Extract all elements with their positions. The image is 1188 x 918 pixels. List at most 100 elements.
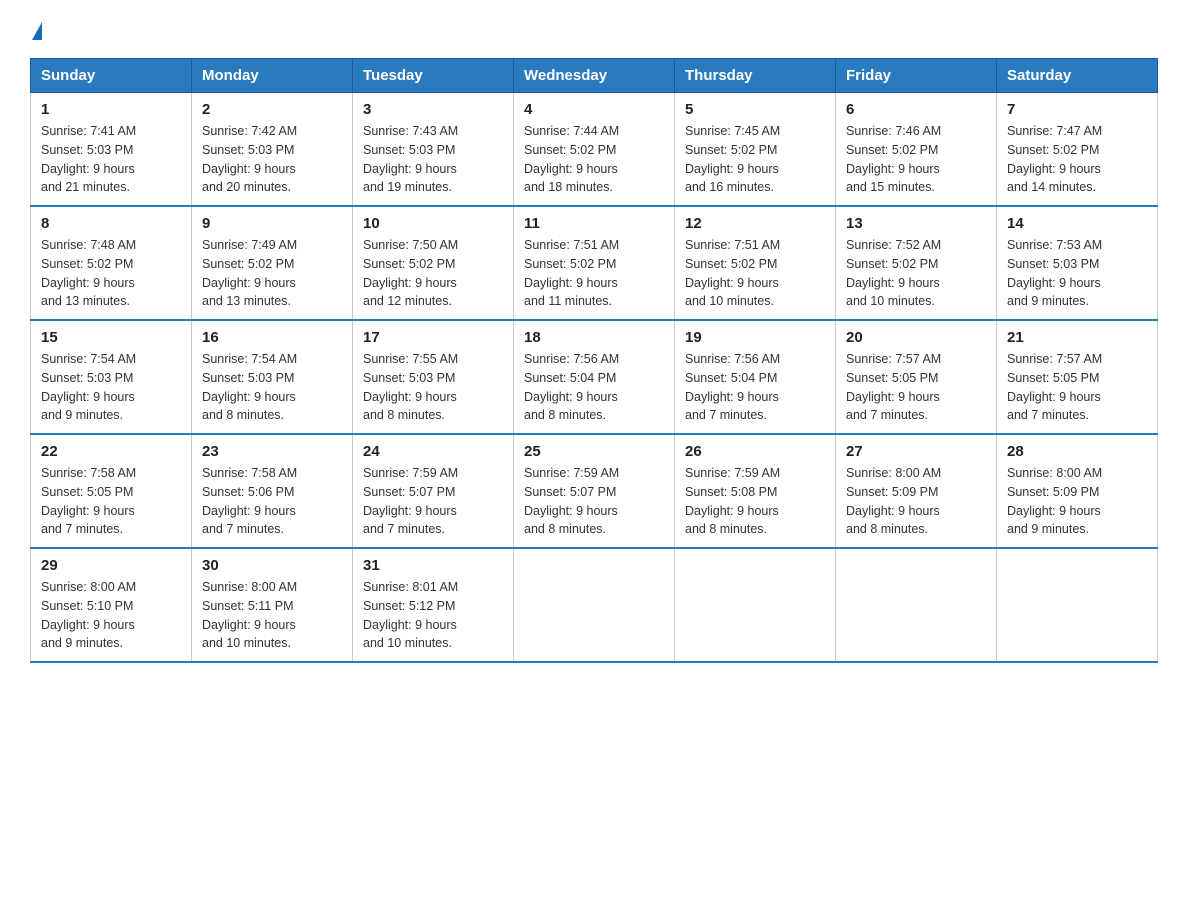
day-info: Sunrise: 7:54 AM Sunset: 5:03 PM Dayligh…	[41, 350, 181, 425]
day-number: 9	[202, 215, 342, 232]
day-number: 12	[685, 215, 825, 232]
day-header-thursday: Thursday	[675, 59, 836, 93]
calendar-week-row: 29 Sunrise: 8:00 AM Sunset: 5:10 PM Dayl…	[31, 548, 1158, 662]
day-info: Sunrise: 7:51 AM Sunset: 5:02 PM Dayligh…	[685, 236, 825, 311]
day-info: Sunrise: 8:01 AM Sunset: 5:12 PM Dayligh…	[363, 578, 503, 653]
day-number: 23	[202, 443, 342, 460]
day-header-saturday: Saturday	[997, 59, 1158, 93]
calendar-cell: 27 Sunrise: 8:00 AM Sunset: 5:09 PM Dayl…	[836, 434, 997, 548]
calendar-body: 1 Sunrise: 7:41 AM Sunset: 5:03 PM Dayli…	[31, 93, 1158, 663]
day-info: Sunrise: 7:41 AM Sunset: 5:03 PM Dayligh…	[41, 122, 181, 197]
day-number: 8	[41, 215, 181, 232]
calendar-cell	[836, 548, 997, 662]
days-of-week-row: SundayMondayTuesdayWednesdayThursdayFrid…	[31, 59, 1158, 93]
day-header-friday: Friday	[836, 59, 997, 93]
day-number: 16	[202, 329, 342, 346]
calendar-cell: 16 Sunrise: 7:54 AM Sunset: 5:03 PM Dayl…	[192, 320, 353, 434]
calendar-week-row: 8 Sunrise: 7:48 AM Sunset: 5:02 PM Dayli…	[31, 206, 1158, 320]
calendar-cell	[997, 548, 1158, 662]
day-number: 10	[363, 215, 503, 232]
day-info: Sunrise: 7:49 AM Sunset: 5:02 PM Dayligh…	[202, 236, 342, 311]
calendar-cell: 26 Sunrise: 7:59 AM Sunset: 5:08 PM Dayl…	[675, 434, 836, 548]
calendar-cell: 1 Sunrise: 7:41 AM Sunset: 5:03 PM Dayli…	[31, 93, 192, 207]
calendar-cell: 31 Sunrise: 8:01 AM Sunset: 5:12 PM Dayl…	[353, 548, 514, 662]
calendar-cell: 15 Sunrise: 7:54 AM Sunset: 5:03 PM Dayl…	[31, 320, 192, 434]
day-number: 17	[363, 329, 503, 346]
calendar-table: SundayMondayTuesdayWednesdayThursdayFrid…	[30, 58, 1158, 663]
calendar-cell: 7 Sunrise: 7:47 AM Sunset: 5:02 PM Dayli…	[997, 93, 1158, 207]
day-number: 4	[524, 101, 664, 118]
day-info: Sunrise: 7:56 AM Sunset: 5:04 PM Dayligh…	[685, 350, 825, 425]
day-info: Sunrise: 7:54 AM Sunset: 5:03 PM Dayligh…	[202, 350, 342, 425]
calendar-cell: 8 Sunrise: 7:48 AM Sunset: 5:02 PM Dayli…	[31, 206, 192, 320]
day-info: Sunrise: 7:58 AM Sunset: 5:05 PM Dayligh…	[41, 464, 181, 539]
calendar-cell	[514, 548, 675, 662]
day-number: 30	[202, 557, 342, 574]
day-info: Sunrise: 7:47 AM Sunset: 5:02 PM Dayligh…	[1007, 122, 1147, 197]
day-number: 20	[846, 329, 986, 346]
day-number: 25	[524, 443, 664, 460]
calendar-cell: 19 Sunrise: 7:56 AM Sunset: 5:04 PM Dayl…	[675, 320, 836, 434]
day-info: Sunrise: 7:52 AM Sunset: 5:02 PM Dayligh…	[846, 236, 986, 311]
calendar-cell: 20 Sunrise: 7:57 AM Sunset: 5:05 PM Dayl…	[836, 320, 997, 434]
day-info: Sunrise: 7:59 AM Sunset: 5:07 PM Dayligh…	[524, 464, 664, 539]
calendar-cell: 11 Sunrise: 7:51 AM Sunset: 5:02 PM Dayl…	[514, 206, 675, 320]
day-info: Sunrise: 7:57 AM Sunset: 5:05 PM Dayligh…	[846, 350, 986, 425]
day-number: 28	[1007, 443, 1147, 460]
day-info: Sunrise: 7:44 AM Sunset: 5:02 PM Dayligh…	[524, 122, 664, 197]
day-number: 3	[363, 101, 503, 118]
calendar-cell: 17 Sunrise: 7:55 AM Sunset: 5:03 PM Dayl…	[353, 320, 514, 434]
day-number: 1	[41, 101, 181, 118]
day-number: 24	[363, 443, 503, 460]
day-number: 22	[41, 443, 181, 460]
calendar-cell: 12 Sunrise: 7:51 AM Sunset: 5:02 PM Dayl…	[675, 206, 836, 320]
calendar-cell: 30 Sunrise: 8:00 AM Sunset: 5:11 PM Dayl…	[192, 548, 353, 662]
day-number: 7	[1007, 101, 1147, 118]
day-info: Sunrise: 8:00 AM Sunset: 5:09 PM Dayligh…	[846, 464, 986, 539]
day-number: 18	[524, 329, 664, 346]
day-header-wednesday: Wednesday	[514, 59, 675, 93]
calendar-header: SundayMondayTuesdayWednesdayThursdayFrid…	[31, 59, 1158, 93]
day-number: 26	[685, 443, 825, 460]
calendar-cell: 25 Sunrise: 7:59 AM Sunset: 5:07 PM Dayl…	[514, 434, 675, 548]
day-info: Sunrise: 7:51 AM Sunset: 5:02 PM Dayligh…	[524, 236, 664, 311]
day-info: Sunrise: 7:58 AM Sunset: 5:06 PM Dayligh…	[202, 464, 342, 539]
calendar-cell: 23 Sunrise: 7:58 AM Sunset: 5:06 PM Dayl…	[192, 434, 353, 548]
day-header-sunday: Sunday	[31, 59, 192, 93]
day-info: Sunrise: 7:55 AM Sunset: 5:03 PM Dayligh…	[363, 350, 503, 425]
day-number: 11	[524, 215, 664, 232]
day-number: 31	[363, 557, 503, 574]
day-info: Sunrise: 8:00 AM Sunset: 5:11 PM Dayligh…	[202, 578, 342, 653]
day-number: 21	[1007, 329, 1147, 346]
calendar-cell: 13 Sunrise: 7:52 AM Sunset: 5:02 PM Dayl…	[836, 206, 997, 320]
day-info: Sunrise: 7:53 AM Sunset: 5:03 PM Dayligh…	[1007, 236, 1147, 311]
day-info: Sunrise: 7:48 AM Sunset: 5:02 PM Dayligh…	[41, 236, 181, 311]
day-number: 14	[1007, 215, 1147, 232]
day-number: 6	[846, 101, 986, 118]
calendar-week-row: 15 Sunrise: 7:54 AM Sunset: 5:03 PM Dayl…	[31, 320, 1158, 434]
calendar-cell: 24 Sunrise: 7:59 AM Sunset: 5:07 PM Dayl…	[353, 434, 514, 548]
calendar-cell: 28 Sunrise: 8:00 AM Sunset: 5:09 PM Dayl…	[997, 434, 1158, 548]
day-info: Sunrise: 7:46 AM Sunset: 5:02 PM Dayligh…	[846, 122, 986, 197]
day-info: Sunrise: 7:43 AM Sunset: 5:03 PM Dayligh…	[363, 122, 503, 197]
day-number: 19	[685, 329, 825, 346]
day-info: Sunrise: 7:57 AM Sunset: 5:05 PM Dayligh…	[1007, 350, 1147, 425]
day-number: 13	[846, 215, 986, 232]
day-header-tuesday: Tuesday	[353, 59, 514, 93]
calendar-week-row: 22 Sunrise: 7:58 AM Sunset: 5:05 PM Dayl…	[31, 434, 1158, 548]
day-number: 5	[685, 101, 825, 118]
calendar-cell: 10 Sunrise: 7:50 AM Sunset: 5:02 PM Dayl…	[353, 206, 514, 320]
calendar-cell: 4 Sunrise: 7:44 AM Sunset: 5:02 PM Dayli…	[514, 93, 675, 207]
logo	[30, 20, 42, 38]
calendar-cell	[675, 548, 836, 662]
calendar-cell: 6 Sunrise: 7:46 AM Sunset: 5:02 PM Dayli…	[836, 93, 997, 207]
calendar-cell: 22 Sunrise: 7:58 AM Sunset: 5:05 PM Dayl…	[31, 434, 192, 548]
logo-triangle-icon	[32, 22, 42, 40]
calendar-week-row: 1 Sunrise: 7:41 AM Sunset: 5:03 PM Dayli…	[31, 93, 1158, 207]
calendar-cell: 18 Sunrise: 7:56 AM Sunset: 5:04 PM Dayl…	[514, 320, 675, 434]
day-info: Sunrise: 7:45 AM Sunset: 5:02 PM Dayligh…	[685, 122, 825, 197]
calendar-cell: 3 Sunrise: 7:43 AM Sunset: 5:03 PM Dayli…	[353, 93, 514, 207]
day-info: Sunrise: 7:59 AM Sunset: 5:07 PM Dayligh…	[363, 464, 503, 539]
calendar-cell: 5 Sunrise: 7:45 AM Sunset: 5:02 PM Dayli…	[675, 93, 836, 207]
day-number: 15	[41, 329, 181, 346]
